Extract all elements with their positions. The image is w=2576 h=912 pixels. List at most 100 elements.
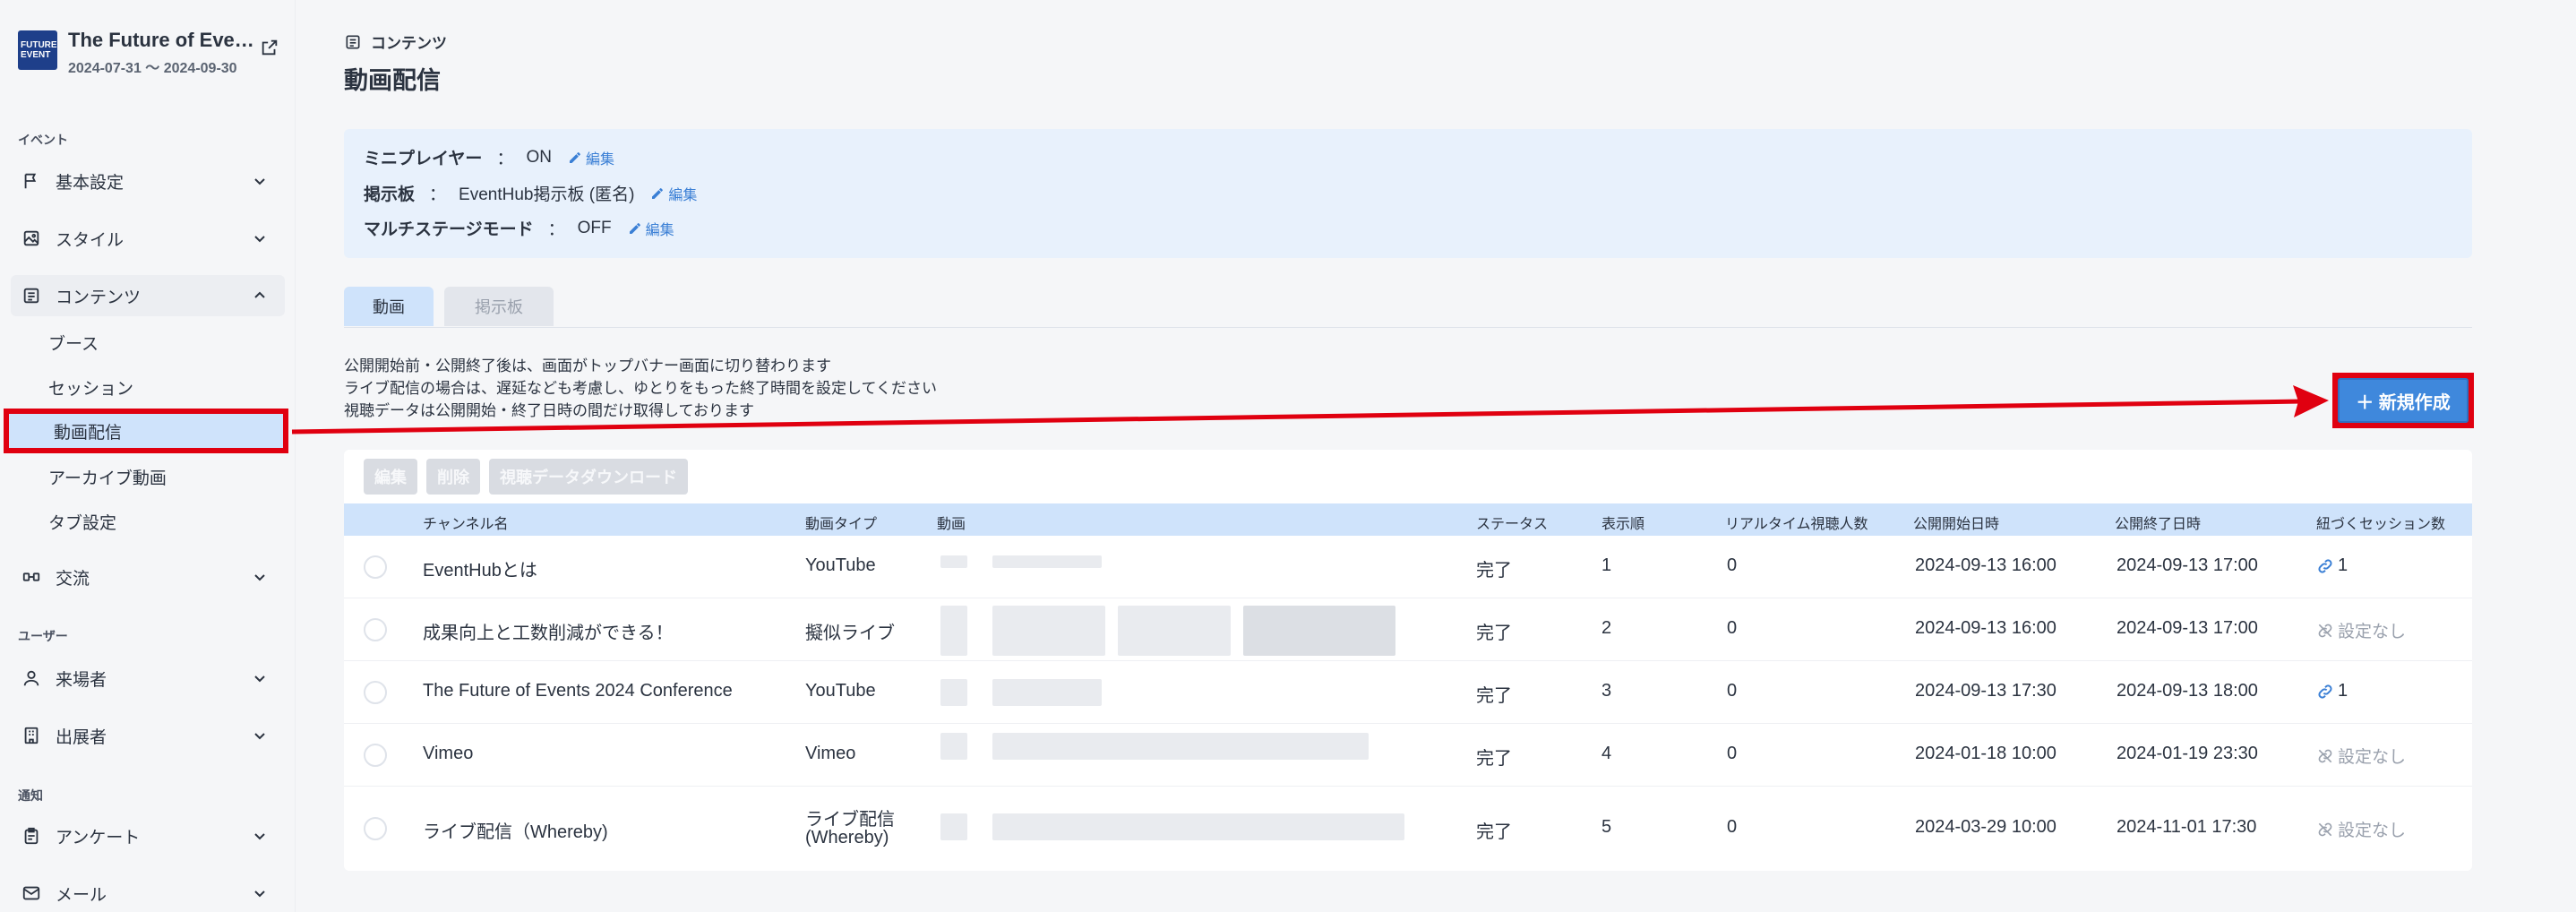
session-count: 設定なし (2338, 748, 2407, 767)
row-select-radio[interactable] (364, 681, 387, 704)
col-sessions[interactable]: 紐づくセッション数 (2316, 512, 2445, 533)
row-sessions[interactable]: 設定なし (2316, 618, 2406, 642)
setting-value: ON (526, 147, 552, 167)
logo-text: EVENT (21, 50, 51, 60)
pencil-icon (569, 151, 580, 163)
sidebar-item-label: 基本設定 (56, 173, 125, 193)
row-sessions[interactable]: 設定なし (2316, 817, 2406, 841)
tab-board[interactable]: 掲示板 (444, 287, 554, 326)
new-create-button[interactable]: ＋ 新規作成 (2338, 378, 2469, 423)
sidebar-subitem-archive[interactable]: アーカイブ動画 (0, 456, 287, 497)
row-select-radio[interactable] (364, 555, 387, 579)
delete-button[interactable]: 削除 (426, 459, 480, 495)
notice-text: 公開開始前・公開終了後は、画面がトップバナー画面に切り替わります ライブ配信の場… (344, 355, 937, 422)
breadcrumb-label: コンテンツ (371, 35, 447, 52)
sidebar-item-survey[interactable]: アンケート (11, 815, 285, 856)
row-sessions[interactable]: 1 (2316, 555, 2348, 576)
row-realtime: 0 (1727, 618, 1738, 638)
setting-value: OFF (577, 218, 612, 237)
sidebar-item-label: 出展者 (56, 727, 107, 747)
col-video[interactable]: 動画 (937, 512, 966, 533)
row-order: 1 (1601, 555, 1612, 575)
setting-separator: ： (429, 185, 447, 204)
table-row[interactable]: 成果向上と工数削減ができる！ 擬似ライブ 完了 2 0 2024-09-13 1… (344, 598, 2472, 661)
row-select-radio[interactable] (364, 817, 387, 840)
edit-button[interactable]: 編集 (364, 459, 417, 495)
row-realtime: 0 (1727, 681, 1738, 701)
event-dates: 2024-07-31 ～ 2024-09-30 (68, 61, 237, 76)
list-icon (23, 288, 39, 304)
sidebar-item-label: メール (56, 885, 107, 905)
table-row[interactable]: Vimeo Vimeo 完了 4 0 2024-01-18 10:00 2024… (344, 724, 2472, 787)
row-realtime: 0 (1727, 555, 1738, 575)
sidebar-subitem-booth[interactable]: ブース (0, 322, 287, 363)
sidebar-item-content[interactable]: コンテンツ (11, 275, 285, 316)
setting-separator: ： (496, 150, 514, 168)
sidebar-item-visitor[interactable]: 来場者 (11, 658, 285, 699)
sidebar-item-style[interactable]: スタイル (11, 218, 285, 259)
row-type: 擬似ライブ (805, 624, 895, 643)
edit-mini-player-link[interactable]: 編集 (568, 147, 614, 168)
table-row[interactable]: The Future of Events 2024 Conference You… (344, 661, 2472, 724)
sidebar-item-exchange[interactable]: 交流 (11, 556, 285, 598)
edit-multistage-link[interactable]: 編集 (628, 218, 674, 239)
table-header: チャンネル名 動画タイプ 動画 ステータス 表示順 リアルタイム視聴人数 公開開… (344, 503, 2472, 536)
video-thumbnail-blur (992, 679, 1102, 706)
setting-multistage: マルチステージモード ： OFF 編集 (364, 216, 674, 240)
chevron-down-icon (254, 236, 265, 243)
col-channel[interactable]: チャンネル名 (423, 512, 509, 533)
col-end[interactable]: 公開終了日時 (2115, 512, 2201, 533)
row-channel: 成果向上と工数削減ができる！ (423, 624, 674, 643)
row-channel: Vimeo (423, 744, 474, 763)
col-realtime[interactable]: リアルタイム視聴人数 (1725, 512, 1868, 533)
session-count: 1 (2338, 681, 2348, 701)
sidebar-item-mail[interactable]: メール (11, 873, 285, 912)
sidebar-subitem-video[interactable]: 動画配信 (4, 409, 288, 453)
sidebar-subitem-session[interactable]: セッション (0, 366, 287, 408)
external-link-icon[interactable] (260, 38, 279, 57)
row-sessions[interactable]: 設定なし (2316, 744, 2406, 768)
section-label-event: イベント (18, 133, 68, 147)
table-row[interactable]: EventHubとは YouTube 完了 1 0 2024-09-13 16:… (344, 536, 2472, 598)
notice-line: 公開開始前・公開終了後は、画面がトップバナー画面に切り替わります (344, 357, 831, 374)
row-channel: The Future of Events 2024 Conference (423, 681, 733, 701)
col-order[interactable]: 表示順 (1601, 512, 1644, 533)
row-start: 2024-03-29 10:00 (1915, 817, 2057, 837)
download-data-button[interactable]: 視聴データダウンロード (489, 459, 688, 495)
section-label-notice: 通知 (18, 788, 43, 803)
row-status: 完了 (1476, 624, 1512, 643)
col-status[interactable]: ステータス (1476, 512, 1548, 533)
tab-video[interactable]: 動画 (344, 287, 434, 326)
row-status: 完了 (1476, 822, 1512, 842)
sidebar-item-label: コンテンツ (56, 288, 142, 307)
row-channel: EventHubとは (423, 561, 537, 581)
edit-board-link[interactable]: 編集 (650, 183, 697, 204)
row-sessions[interactable]: 1 (2316, 681, 2348, 701)
setting-label: ミニプレイヤー (364, 150, 483, 168)
row-order: 4 (1601, 744, 1612, 763)
setting-label: マルチステージモード (364, 220, 534, 239)
sidebar-item-label: スタイル (56, 230, 125, 250)
col-video-type[interactable]: 動画タイプ (805, 512, 877, 533)
row-status: 完了 (1476, 686, 1512, 706)
video-thumbnail-blur (940, 733, 967, 760)
sidebar-item-basic[interactable]: 基本設定 (11, 160, 285, 202)
sidebar-item-label: アンケート (56, 828, 141, 847)
sidebar-item-label: 来場者 (56, 670, 107, 690)
row-order: 5 (1601, 817, 1612, 837)
sidebar-subitem-tab-settings[interactable]: タブ設定 (0, 501, 287, 542)
video-table: 編集 削除 視聴データダウンロード チャンネル名 動画タイプ 動画 ステータス … (344, 450, 2472, 871)
col-start[interactable]: 公開開始日時 (1913, 512, 1999, 533)
row-type: YouTube (805, 681, 876, 701)
mail-icon (22, 886, 40, 900)
row-select-radio[interactable] (364, 618, 387, 641)
setting-board: 掲示板 ： EventHub掲示板 (匿名) 編集 (364, 181, 697, 205)
table-row[interactable]: ライブ配信（Whereby) ライブ配信 (Whereby) 完了 5 0 20… (344, 787, 2472, 871)
row-type-sub: (Whereby) (805, 828, 889, 847)
section-label-user: ユーザー (18, 629, 68, 643)
chevron-down-icon (254, 833, 265, 840)
row-select-radio[interactable] (364, 744, 387, 767)
sidebar-item-exhibitor[interactable]: 出展者 (11, 715, 285, 756)
session-count: 1 (2338, 555, 2348, 575)
flag-icon (24, 173, 37, 189)
